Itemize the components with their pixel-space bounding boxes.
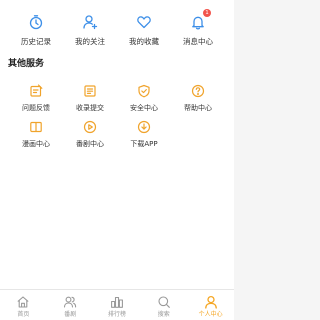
download-icon [137,120,151,134]
service-label: 漫画中心 [22,140,50,148]
service-security[interactable]: 安全中心 [115,84,173,113]
shortcut-messages[interactable]: 1 消息中心 [169,9,227,47]
tab-ranking[interactable]: 排行榜 [94,295,141,319]
help-icon [191,84,205,98]
shortcut-history[interactable]: 历史记录 [7,14,65,47]
shortcut-label: 我的关注 [75,37,105,46]
service-anime[interactable]: 番剧中心 [61,120,119,149]
tab-search[interactable]: 搜索 [140,295,187,319]
bell-icon: 1 [190,9,211,30]
app-root: 历史记录 我的关注 我的收藏 1 消息中心 其他服务 问题反馈 收录提交 安全中… [0,0,234,320]
shield-icon [137,84,151,98]
home-icon [16,295,30,309]
service-help[interactable]: 帮助中心 [169,84,227,113]
shortcut-bar: 历史记录 我的关注 我的收藏 1 消息中心 [0,0,234,52]
shortcut-label: 消息中心 [183,37,213,46]
tab-home[interactable]: 首页 [0,295,47,319]
service-label: 下载APP [130,140,158,148]
submit-icon [83,84,97,98]
message-count-badge: 1 [203,9,211,17]
shortcut-follow[interactable]: 我的关注 [61,14,119,47]
tab-label: 搜索 [157,311,170,318]
shortcut-label: 历史记录 [21,37,51,46]
shortcut-label: 我的收藏 [129,37,159,46]
clock-icon [28,14,44,30]
tab-profile[interactable]: 个人中心 [187,295,234,319]
person-icon [204,295,218,309]
book-icon [29,120,43,134]
service-submit[interactable]: 收录提交 [61,84,119,113]
ranking-icon [110,295,124,309]
service-comics[interactable]: 漫画中心 [7,120,65,149]
service-label: 番剧中心 [76,140,104,148]
services-section: 其他服务 问题反馈 收录提交 安全中心 帮助中心 漫画中心 番剧中心 下载APP [0,52,234,289]
feedback-icon [29,84,43,98]
tab-label: 番剧 [64,311,77,318]
search-icon [157,295,171,309]
service-label: 帮助中心 [184,104,212,112]
user-follow-icon [82,14,98,30]
shortcut-favorites[interactable]: 我的收藏 [115,14,173,47]
tab-label: 首页 [17,311,30,318]
service-label: 收录提交 [76,104,104,112]
bottom-tab-bar: 首页 番剧 排行榜 搜索 个人中心 [0,289,234,320]
tab-label: 排行榜 [107,311,126,318]
tab-anime[interactable]: 番剧 [47,295,94,319]
service-feedback[interactable]: 问题反馈 [7,84,65,113]
heart-icon [136,14,152,30]
section-title: 其他服务 [8,59,45,69]
service-download-app[interactable]: 下载APP [115,120,173,149]
users-icon [63,295,77,309]
play-icon [83,120,97,134]
service-label: 安全中心 [130,104,158,112]
tab-label: 个人中心 [198,311,223,318]
service-label: 问题反馈 [22,104,50,112]
